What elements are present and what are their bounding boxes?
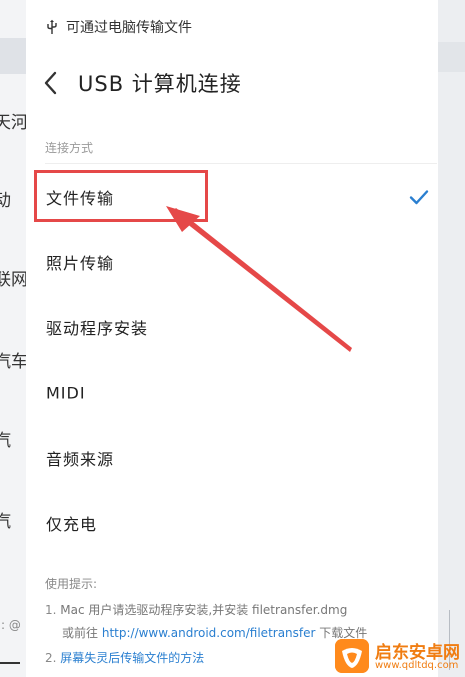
- background-text: 天河: [0, 113, 26, 133]
- background-text: 汽: [0, 431, 11, 451]
- background-app-right: [438, 0, 465, 677]
- check-icon: [409, 190, 429, 205]
- background-text: 汽: [0, 512, 11, 532]
- watermark-url: www.qdltdq.com: [375, 660, 459, 671]
- hint-item-1-continued: 或前往 http://www.android.com/filetransfer …: [62, 624, 367, 641]
- option-audio-source[interactable]: 音频来源: [26, 433, 438, 483]
- option-photo-transfer[interactable]: 照片传输: [26, 237, 438, 287]
- background-toolbar: [0, 38, 26, 74]
- page-header: USB 计算机连接: [42, 66, 242, 100]
- background-text: 汽车: [0, 352, 26, 372]
- option-label: 驱动程序安装: [46, 319, 149, 338]
- option-label: MIDI: [46, 383, 86, 403]
- hint-item-2: 2. 屏幕失灵后传输文件的方法: [45, 649, 204, 666]
- background-text: : @: [1, 618, 21, 632]
- hints-title: 使用提示:: [45, 577, 98, 591]
- hint-text: Mac 用户请选驱动程序安装,并安装 filetransfer.dmg: [60, 603, 348, 617]
- background-toolbar: [438, 42, 465, 72]
- background-app-left: 天河 动 联网 汽车 汽 汽 : @: [0, 0, 26, 677]
- hint-number: 1.: [45, 603, 57, 617]
- option-label: 照片传输: [46, 254, 115, 273]
- usb-settings-panel: 可通过电脑传输文件 USB 计算机连接 连接方式 文件传输 照片传输 驱动程序安…: [26, 0, 438, 677]
- section-label: 连接方式: [45, 141, 94, 155]
- annotation-highlight-box: [34, 170, 208, 222]
- filetransfer-link[interactable]: http://www.android.com/filetransfer: [102, 626, 316, 640]
- option-label: 仅充电: [46, 515, 98, 534]
- hint-item-1: 1. Mac 用户请选驱动程序安装,并安装 filetransfer.dmg: [45, 601, 347, 618]
- background-text: 动: [0, 191, 11, 211]
- hint-text: 或前往: [62, 626, 99, 640]
- background-text: 联网: [0, 270, 26, 290]
- option-label: 音频来源: [46, 450, 115, 469]
- watermark-logo-icon: [335, 639, 369, 673]
- status-text: 可通过电脑传输文件: [66, 20, 192, 36]
- option-driver-install[interactable]: 驱动程序安装: [26, 302, 438, 352]
- usb-icon: [47, 19, 57, 34]
- section-divider: [45, 163, 437, 164]
- background-divider: [0, 662, 20, 664]
- option-charge-only[interactable]: 仅充电: [26, 498, 438, 548]
- watermark: 启东安卓网 www.qdltdq.com: [335, 638, 463, 674]
- page-title: USB 计算机连接: [78, 72, 242, 96]
- screen-failure-guide-link[interactable]: 屏幕失灵后传输文件的方法: [60, 651, 204, 665]
- hint-number: 2.: [45, 651, 57, 665]
- status-bar: 可通过电脑传输文件: [46, 17, 192, 37]
- chevron-left-icon[interactable]: [42, 70, 60, 96]
- option-midi[interactable]: MIDI: [26, 368, 438, 418]
